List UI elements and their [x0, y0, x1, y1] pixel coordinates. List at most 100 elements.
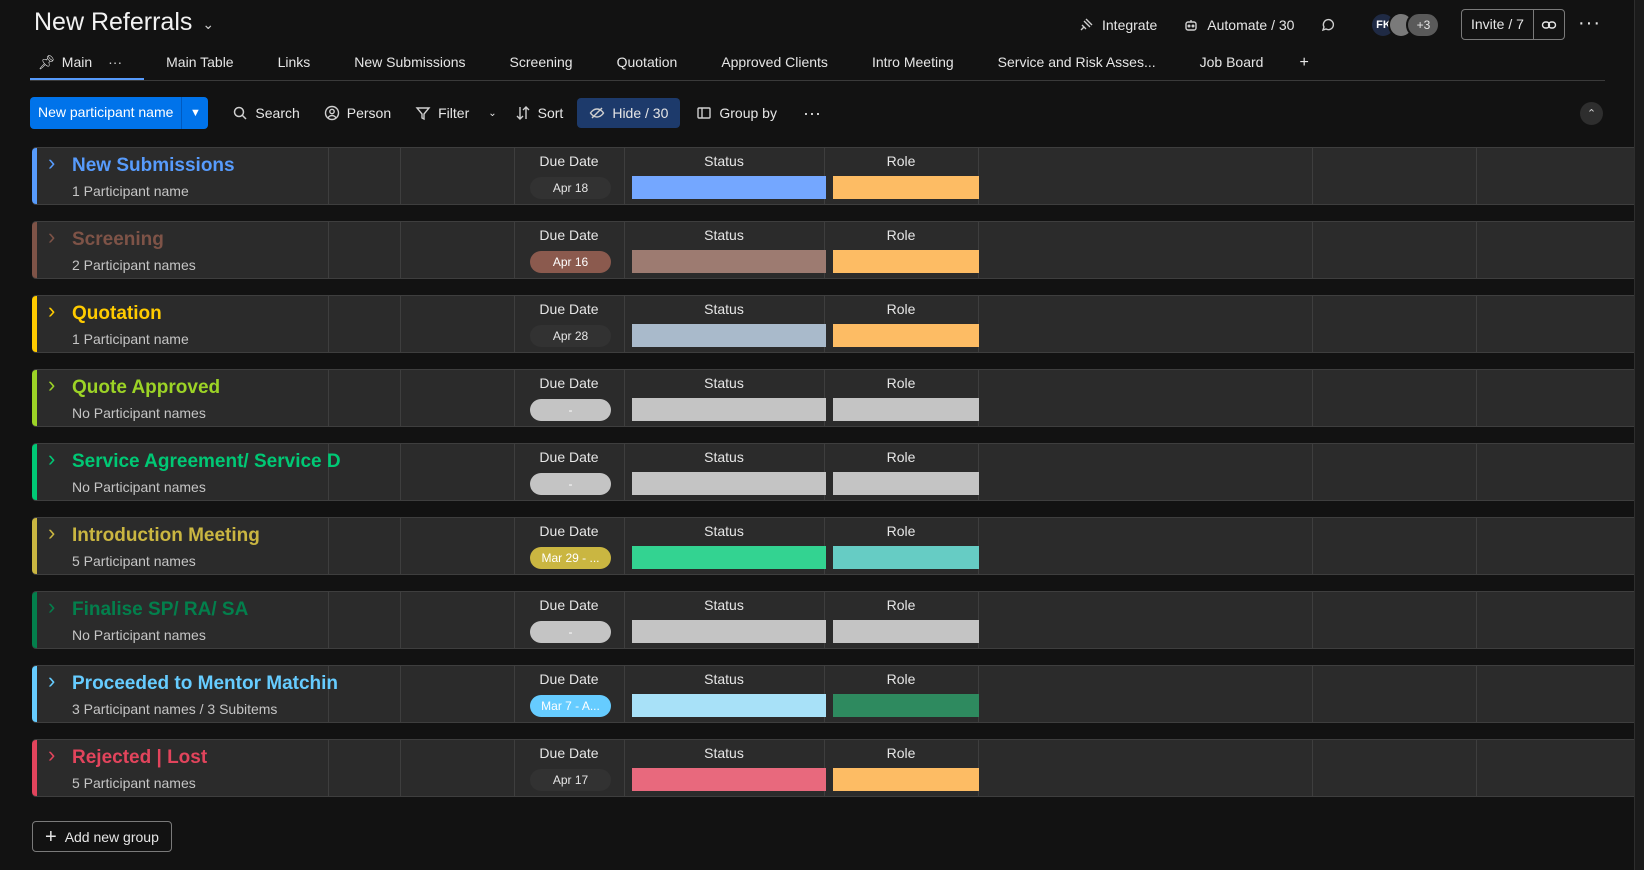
group-title[interactable]: Quotation — [72, 303, 368, 325]
tab-options-icon[interactable]: ··· — [108, 54, 122, 78]
group-row[interactable]: › Service Agreement/ Service D No Particip… — [32, 443, 1644, 501]
chevron-right-icon[interactable]: › — [48, 298, 55, 324]
group-title[interactable]: Quote Approved — [72, 377, 368, 399]
role-column-header[interactable]: Role — [824, 671, 978, 687]
add-view-button[interactable]: + — [1285, 48, 1322, 72]
chevron-right-icon[interactable]: › — [48, 150, 55, 176]
tab-approved-clients[interactable]: Approved Clients — [699, 48, 850, 80]
status-summary-bar[interactable] — [632, 398, 826, 421]
due-date-summary[interactable]: - — [530, 473, 611, 495]
status-summary-bar[interactable] — [632, 176, 826, 199]
due-column-header[interactable]: Due Date — [514, 227, 624, 243]
tab-service-risk[interactable]: Service and Risk Asses... — [976, 48, 1178, 80]
role-summary-bar[interactable] — [833, 472, 979, 495]
chevron-right-icon[interactable]: › — [48, 594, 55, 620]
tab-new-submissions[interactable]: New Submissions — [332, 48, 487, 80]
status-summary-bar[interactable] — [632, 324, 826, 347]
chevron-right-icon[interactable]: › — [48, 742, 55, 768]
role-summary-bar[interactable] — [833, 398, 979, 421]
group-row[interactable]: › Quote Approved No Participant names Due D… — [32, 369, 1644, 427]
role-column-header[interactable]: Role — [824, 449, 978, 465]
status-column-header[interactable]: Status — [624, 671, 824, 687]
due-column-header[interactable]: Due Date — [514, 153, 624, 169]
chevron-down-icon[interactable]: ⌄ — [488, 108, 496, 119]
sort-button[interactable]: Sort — [515, 105, 563, 121]
group-row[interactable]: › Quotation 1 Participant name Due Date Stat… — [32, 295, 1644, 353]
collapse-header-button[interactable]: ⌃ — [1580, 102, 1603, 125]
status-summary-bar[interactable] — [632, 768, 826, 791]
automate-button[interactable]: Automate / 30 — [1183, 17, 1294, 33]
chevron-right-icon[interactable]: › — [48, 224, 55, 250]
filter-button[interactable]: Filter ⌄ — [415, 105, 497, 121]
group-title[interactable]: Finalise SP/ RA/ SA — [72, 599, 368, 621]
group-title[interactable]: Proceeded to Mentor Matchin — [72, 673, 368, 695]
due-date-summary[interactable]: Apr 17 — [530, 769, 611, 791]
board-title[interactable]: New Referrals ⌄ — [34, 8, 214, 37]
vertical-scrollbar[interactable] — [1634, 0, 1644, 870]
status-column-header[interactable]: Status — [624, 375, 824, 391]
group-row[interactable]: › Proceeded to Mentor Matchin 3 Participan… — [32, 665, 1644, 723]
tab-screening[interactable]: Screening — [488, 48, 595, 80]
group-row[interactable]: › Screening 2 Participant names Due Date Sta… — [32, 221, 1644, 279]
tab-links[interactable]: Links — [256, 48, 333, 80]
role-summary-bar[interactable] — [833, 694, 979, 717]
status-summary-bar[interactable] — [632, 620, 826, 643]
status-column-header[interactable]: Status — [624, 523, 824, 539]
tab-quotation[interactable]: Quotation — [595, 48, 700, 80]
role-summary-bar[interactable] — [833, 620, 979, 643]
group-row[interactable]: › Introduction Meeting 5 Participant names… — [32, 517, 1644, 575]
role-summary-bar[interactable] — [833, 768, 979, 791]
board-members[interactable]: FK +3 — [1370, 12, 1441, 38]
role-column-header[interactable]: Role — [824, 523, 978, 539]
role-summary-bar[interactable] — [833, 250, 979, 273]
role-column-header[interactable]: Role — [824, 227, 978, 243]
due-column-header[interactable]: Due Date — [514, 523, 624, 539]
add-new-group-button[interactable]: + Add new group — [32, 821, 172, 852]
integrate-button[interactable]: Integrate — [1078, 17, 1157, 33]
tab-main-table[interactable]: Main Table — [144, 48, 255, 80]
group-title[interactable]: Rejected | Lost — [72, 747, 368, 769]
status-column-header[interactable]: Status — [624, 153, 824, 169]
due-column-header[interactable]: Due Date — [514, 301, 624, 317]
status-column-header[interactable]: Status — [624, 301, 824, 317]
role-column-header[interactable]: Role — [824, 375, 978, 391]
group-by-button[interactable]: Group by — [696, 105, 777, 121]
due-column-header[interactable]: Due Date — [514, 745, 624, 761]
group-row[interactable]: › Finalise SP/ RA/ SA No Participant names… — [32, 591, 1644, 649]
role-summary-bar[interactable] — [833, 546, 979, 569]
group-title[interactable]: Service Agreement/ Service D — [72, 451, 368, 473]
hide-columns-button[interactable]: Hide / 30 — [577, 98, 681, 128]
group-row[interactable]: › Rejected | Lost 5 Participant names Due D… — [32, 739, 1644, 797]
due-date-summary[interactable]: Apr 28 — [530, 325, 611, 347]
avatar-more-badge[interactable]: +3 — [1406, 12, 1441, 38]
status-column-header[interactable]: Status — [624, 227, 824, 243]
due-column-header[interactable]: Due Date — [514, 671, 624, 687]
group-row[interactable]: › New Submissions 1 Participant name Due Da… — [32, 147, 1644, 205]
status-column-header[interactable]: Status — [624, 597, 824, 613]
role-summary-bar[interactable] — [833, 324, 979, 347]
role-column-header[interactable]: Role — [824, 153, 978, 169]
status-column-header[interactable]: Status — [624, 745, 824, 761]
chevron-right-icon[interactable]: › — [48, 446, 55, 472]
due-date-summary[interactable]: Apr 16 — [530, 251, 611, 273]
group-title[interactable]: Screening — [72, 229, 368, 251]
chevron-down-icon[interactable]: ▼ — [182, 97, 208, 129]
more-toolbar-options-icon[interactable]: ··· — [803, 103, 821, 124]
chevron-right-icon[interactable]: › — [48, 520, 55, 546]
role-column-header[interactable]: Role — [824, 745, 978, 761]
group-title[interactable]: Introduction Meeting — [72, 525, 368, 547]
due-date-summary[interactable]: - — [530, 399, 611, 421]
due-column-header[interactable]: Due Date — [514, 449, 624, 465]
status-summary-bar[interactable] — [632, 694, 826, 717]
more-options-icon[interactable]: ··· — [1578, 12, 1601, 35]
status-summary-bar[interactable] — [632, 250, 826, 273]
chevron-down-icon[interactable]: ⌄ — [202, 16, 214, 33]
search-button[interactable]: Search — [232, 105, 300, 121]
tab-main[interactable]: 📌︎ Main ··· — [30, 48, 145, 80]
tab-job-board[interactable]: Job Board — [1178, 48, 1286, 80]
tab-intro-meeting[interactable]: Intro Meeting — [850, 48, 976, 80]
status-summary-bar[interactable] — [632, 546, 826, 569]
updates-button[interactable] — [1320, 17, 1336, 33]
status-column-header[interactable]: Status — [624, 449, 824, 465]
new-item-button[interactable]: New participant name — [30, 97, 183, 129]
